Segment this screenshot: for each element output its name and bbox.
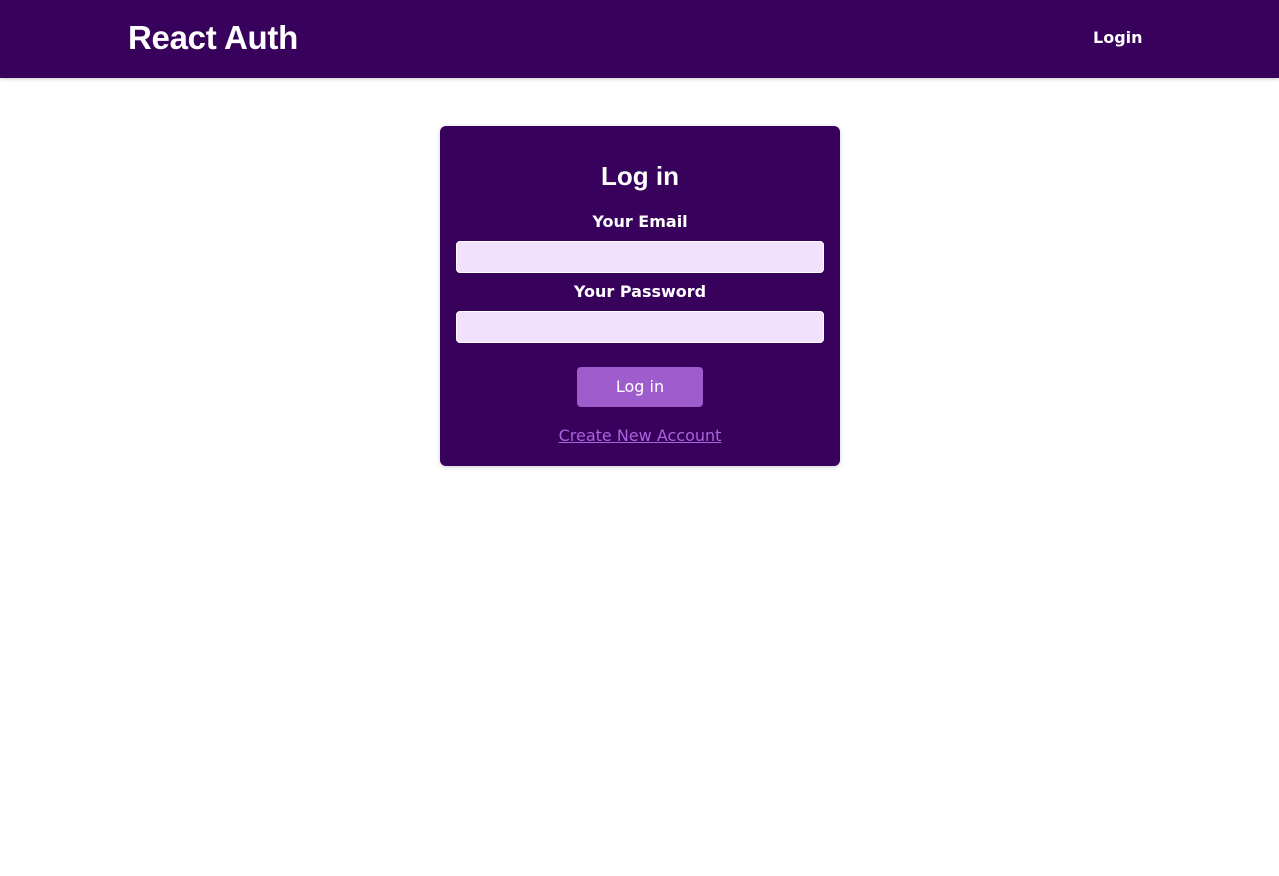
login-button[interactable]: Log in [577,367,703,407]
auth-title: Log in [601,161,679,191]
email-input[interactable] [456,241,824,273]
password-label: Your Password [573,282,707,301]
brand-logo[interactable]: React Auth [128,18,298,58]
main-header: React Auth Login [0,0,1279,78]
nav-login-link[interactable]: Login [1093,28,1143,48]
email-label: Your Email [592,212,688,231]
auth-card: Log in Your Email Your Password Log in C… [440,126,840,466]
create-account-link[interactable]: Create New Account [440,426,840,446]
password-input[interactable] [456,311,824,343]
